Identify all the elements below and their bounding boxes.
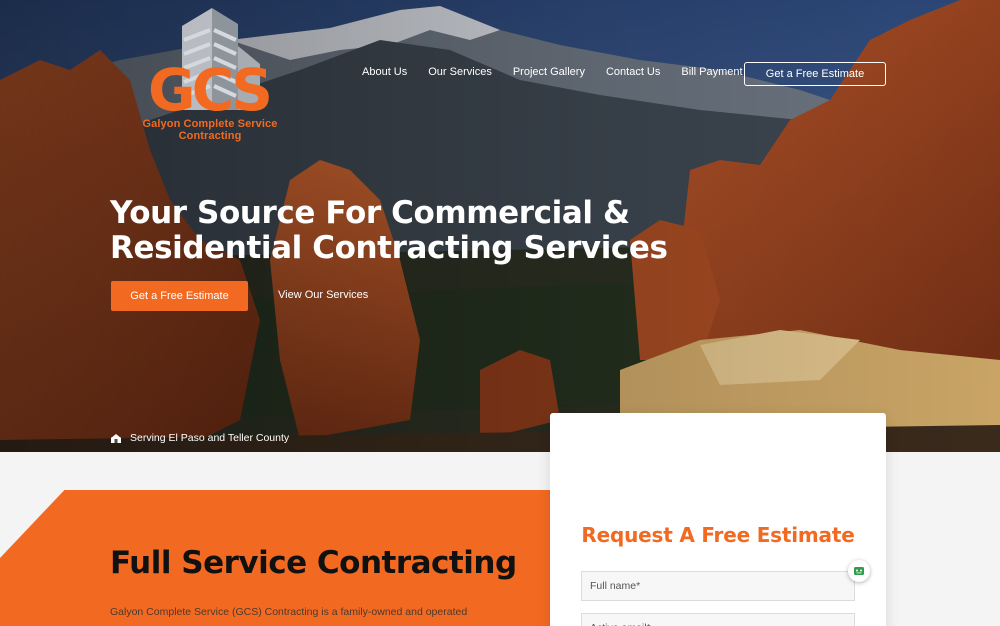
nav-contact-us[interactable]: Contact Us: [606, 66, 660, 78]
nav-our-services[interactable]: Our Services: [428, 66, 492, 78]
hero-headline: Your Source For Commercial & Residential…: [110, 195, 668, 266]
view-services-link[interactable]: View Our Services: [278, 289, 368, 301]
company-logo[interactable]: GCS Galyon Complete Service Contracting: [110, 6, 310, 142]
email-field[interactable]: Active email*: [581, 613, 855, 626]
estimate-form-card: Request A Free Estimate Full name* Activ…: [550, 413, 886, 626]
chat-bot-icon: [854, 567, 864, 575]
hero-free-estimate-button[interactable]: Get a Free Estimate: [111, 281, 248, 311]
nav-bill-payment[interactable]: Bill Payment: [681, 66, 742, 78]
nav-project-gallery[interactable]: Project Gallery: [513, 66, 585, 78]
chat-widget-button[interactable]: [848, 560, 870, 582]
intro-title: Full Service Contracting: [110, 545, 517, 581]
estimate-form-title: Request A Free Estimate: [581, 523, 855, 547]
intro-text: Galyon Complete Service (GCS) Contractin…: [110, 606, 468, 618]
gcs-logo-graphic: GCS: [148, 8, 273, 124]
nav-about-us[interactable]: About Us: [362, 66, 407, 78]
company-name: Galyon Complete Service Contracting: [142, 118, 278, 142]
svg-text:GCS: GCS: [148, 56, 269, 118]
nav-free-estimate-button[interactable]: Get a Free Estimate: [744, 62, 886, 86]
main-nav: About Us Our Services Project Gallery Co…: [362, 66, 764, 78]
full-name-field[interactable]: Full name*: [581, 571, 855, 601]
